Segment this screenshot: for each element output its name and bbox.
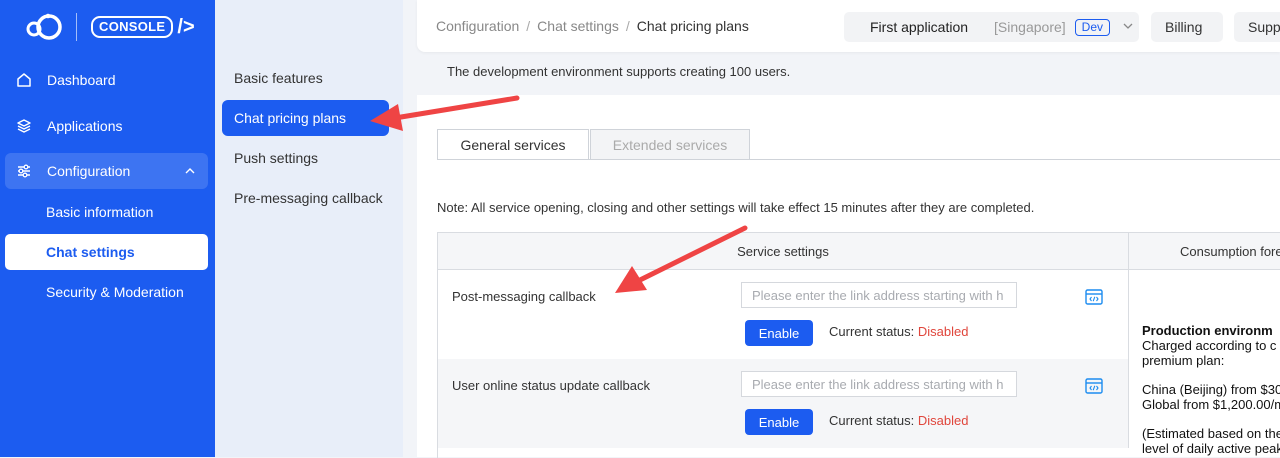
app-name: First application (870, 19, 969, 35)
column-header-service-settings: Service settings (438, 233, 1129, 270)
column-header-consumption: Consumption fore (1129, 233, 1280, 270)
status-label: Current status: (829, 413, 915, 428)
column-header-label: Service settings (737, 243, 829, 259)
status-value: Disabled (917, 413, 969, 428)
sidebar: CONSOLE /> Dashboard Applications Config… (0, 0, 215, 457)
support-label: Suppo (1248, 19, 1280, 35)
breadcrumb: Configuration / Chat settings / Chat pricing… (436, 18, 749, 34)
consumption-line: premium plan: (1142, 353, 1225, 368)
callback-url-input[interactable] (741, 371, 1017, 397)
sidebar-subitem-label: Basic information (46, 204, 154, 220)
submenu-item-pre-messaging-callback[interactable]: Pre-messaging callback (222, 180, 389, 216)
console-badge: CONSOLE (91, 16, 174, 38)
submenu-item-label: Basic features (234, 70, 323, 86)
callback-url-input[interactable] (741, 282, 1017, 308)
submenu-item-label: Chat pricing plans (234, 110, 347, 126)
tab-divider (437, 159, 1280, 160)
enable-button[interactable]: Enable (745, 409, 813, 435)
submenu-item-label: Pre-messaging callback (234, 190, 383, 206)
app-selector[interactable]: First application [Singapore] Dev (844, 12, 1139, 42)
settings-note: Note: All service opening, closing and o… (437, 200, 1035, 215)
sidebar-subitem-security-moderation[interactable]: Security & Moderation (5, 274, 208, 310)
sidebar-item-label: Applications (47, 118, 123, 134)
status-text: Current status: Disabled (829, 413, 968, 428)
submenu-item-label: Push settings (234, 150, 319, 166)
consumption-line: Charged according to c (1142, 338, 1277, 353)
breadcrumb-separator: / (526, 18, 531, 34)
service-label: Post-messaging callback (452, 289, 596, 304)
sidebar-item-dashboard[interactable]: Dashboard (5, 62, 208, 98)
layers-icon (15, 117, 33, 135)
consumption-line: level of daily active peak (1142, 441, 1280, 456)
consumption-line: Global from $1,200.00/m (1142, 397, 1280, 412)
logo[interactable]: CONSOLE /> (24, 12, 195, 42)
sidebar-subitem-label: Security & Moderation (46, 284, 184, 300)
console-suffix: /> (177, 16, 195, 38)
tab-label: Extended services (612, 136, 728, 153)
top-bar: Configuration / Chat settings / Chat pricing… (417, 0, 1280, 52)
billing-label: Billing (1165, 19, 1203, 35)
breadcrumb-item-current: Chat pricing plans (636, 18, 749, 34)
breadcrumb-separator: / (625, 18, 630, 34)
logo-icon (24, 13, 64, 41)
app-region: [Singapore] (994, 19, 1066, 35)
tab-extended-services[interactable]: Extended services (590, 129, 750, 159)
consumption-title: Production environm (1142, 323, 1273, 338)
breadcrumb-item-configuration[interactable]: Configuration (436, 18, 519, 34)
chevron-up-icon (184, 164, 196, 180)
consumption-line: China (Beijing) from $30 (1142, 382, 1280, 397)
support-button[interactable]: Suppo (1234, 12, 1280, 42)
breadcrumb-item-chat-settings[interactable]: Chat settings (537, 18, 619, 34)
sidebar-item-label: Configuration (47, 163, 131, 179)
consumption-info: Production environm Charged according to… (1142, 323, 1280, 456)
code-icon[interactable] (1085, 378, 1103, 399)
status-value: Disabled (917, 324, 969, 339)
service-label: User online status update callback (452, 378, 651, 393)
enable-button[interactable]: Enable (745, 320, 813, 346)
sidebar-item-applications[interactable]: Applications (5, 108, 208, 144)
chevron-down-icon (1122, 19, 1134, 35)
table-row: Post-messaging callback Enable Current s… (438, 270, 1129, 359)
submenu-item-push-settings[interactable]: Push settings (222, 140, 389, 176)
submenu-item-chat-pricing-plans[interactable]: Chat pricing plans (222, 100, 389, 136)
logo-divider (76, 13, 77, 41)
env-badge: Dev (1074, 18, 1110, 36)
secondary-menu: Basic features Chat pricing plans Push s… (215, 0, 403, 457)
env-notice: The development environment supports cre… (447, 64, 791, 79)
home-icon (15, 71, 33, 89)
code-icon[interactable] (1085, 289, 1103, 310)
consumption-line: (Estimated based on the (1142, 426, 1280, 441)
sidebar-subitem-basic-information[interactable]: Basic information (5, 194, 208, 230)
billing-button[interactable]: Billing (1151, 12, 1223, 42)
sidebar-subitem-label: Chat settings (46, 244, 135, 260)
tab-general-services[interactable]: General services (437, 129, 589, 159)
submenu-item-basic-features[interactable]: Basic features (222, 60, 389, 96)
sidebar-item-configuration[interactable]: Configuration (5, 153, 208, 189)
status-text: Current status: Disabled (829, 324, 968, 339)
service-table: Service settings Consumption fore Post-m… (437, 232, 1280, 458)
sidebar-subitem-chat-settings[interactable]: Chat settings (5, 234, 208, 270)
table-row: User online status update callback Enabl… (438, 359, 1129, 448)
sidebar-item-label: Dashboard (47, 72, 116, 88)
column-header-label: Consumption fore (1180, 243, 1280, 259)
tab-label: General services (460, 136, 566, 153)
status-label: Current status: (829, 324, 915, 339)
sliders-icon (15, 162, 33, 180)
